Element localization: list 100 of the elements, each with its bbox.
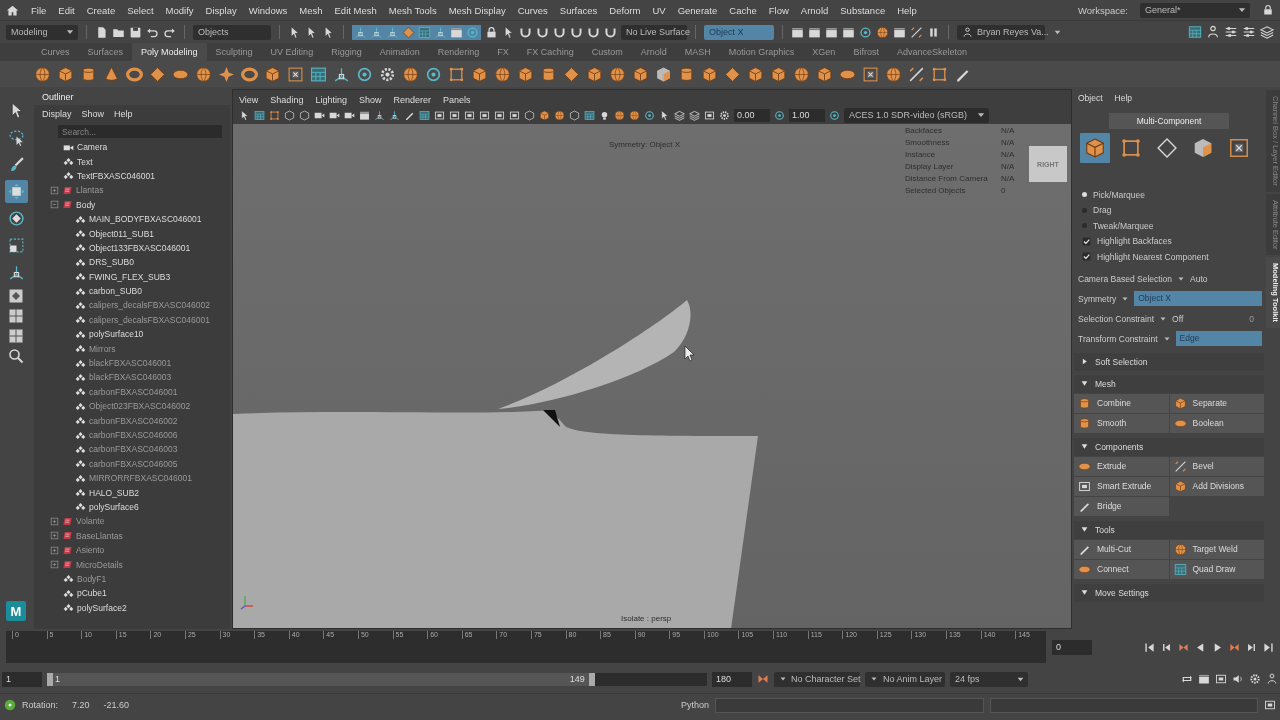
grid-icon[interactable] [310, 65, 327, 83]
sphere-icon[interactable] [402, 65, 419, 83]
sphere-icon[interactable] [195, 65, 212, 83]
menu-item[interactable]: Panels [442, 94, 471, 105]
menu-item[interactable]: Object [1078, 93, 1103, 103]
tool-button[interactable]: Smart Extrude [1074, 476, 1169, 496]
shelf-tab[interactable]: Custom [582, 43, 632, 61]
cylinder-icon[interactable] [80, 65, 97, 83]
menu-item[interactable]: Cache [729, 4, 757, 16]
shelf-tab[interactable]: XGen [803, 43, 845, 61]
checkbox-icon[interactable] [1082, 236, 1091, 246]
bulb-icon[interactable] [599, 109, 610, 121]
tool-button[interactable]: Target Weld [1169, 539, 1264, 559]
magnet-icon[interactable] [587, 25, 600, 39]
quad-icon[interactable] [8, 328, 24, 344]
sliders-icon[interactable] [1224, 25, 1238, 39]
sphere-icon[interactable] [629, 109, 640, 121]
cursor-icon[interactable] [288, 25, 301, 39]
command-field[interactable] [715, 697, 984, 713]
diamond-icon[interactable] [149, 65, 166, 83]
film-icon[interactable] [791, 25, 804, 39]
outliner-item[interactable]: pCube1 [77, 588, 107, 599]
last-icon[interactable] [1263, 641, 1274, 653]
selection-mode-field[interactable]: Objects [193, 24, 271, 40]
cursor-icon[interactable] [659, 109, 670, 121]
outliner-item[interactable]: MicroDetails [76, 559, 123, 570]
person-icon[interactable] [1206, 25, 1220, 39]
square-icon[interactable] [287, 65, 304, 83]
tool-button[interactable]: Add Divisions [1169, 476, 1264, 496]
sphere-icon[interactable] [793, 65, 810, 83]
outliner-item[interactable]: Body [76, 199, 96, 210]
frame-icon[interactable] [434, 109, 445, 121]
expand-icon[interactable] [50, 185, 59, 195]
menu-item[interactable]: Substance [840, 4, 886, 16]
sphere-icon[interactable] [554, 109, 565, 121]
outliner-item[interactable]: Llantas [76, 185, 104, 196]
shelf-tab[interactable]: Surfaces [78, 43, 133, 61]
cube-icon[interactable] [471, 65, 488, 83]
film-icon[interactable] [1198, 673, 1210, 685]
shelf-tab[interactable]: Bifrost [844, 43, 888, 61]
menu-item[interactable]: Generate [677, 4, 718, 16]
square-icon[interactable] [448, 65, 465, 83]
outliner-item[interactable]: BodyF1 [77, 573, 107, 584]
sphere-icon[interactable] [609, 65, 626, 83]
outliner-item[interactable]: FWING_FLEX_SUB3 [89, 271, 171, 282]
tool-button[interactable]: Combine [1074, 393, 1169, 413]
outliner-item[interactable]: carbonFBXASC046003 [89, 444, 178, 455]
radio-button[interactable] [1082, 223, 1087, 229]
cube-icon[interactable] [816, 65, 833, 83]
film-icon[interactable] [825, 25, 838, 39]
magnet-icon[interactable] [536, 25, 549, 39]
outliner-item[interactable]: polySurface10 [89, 329, 144, 340]
ring-icon[interactable] [644, 109, 655, 121]
outliner-item[interactable]: carbonFBXASC046001 [89, 386, 178, 397]
frame-icon[interactable] [464, 109, 475, 121]
menu-item[interactable]: Mesh Tools [388, 4, 437, 16]
menu-item[interactable]: Arnold [800, 4, 829, 16]
ring-icon[interactable] [425, 65, 442, 83]
shelf-tab[interactable]: Arnold [631, 43, 676, 61]
cube-icon[interactable] [586, 65, 603, 83]
tool-button[interactable]: Bridge [1074, 496, 1169, 516]
sphere-icon[interactable] [876, 25, 889, 39]
caret-icon[interactable] [779, 675, 787, 683]
outliner-item[interactable]: Object133FBXASC046001 [89, 242, 191, 253]
menu-item[interactable]: Edit Mesh [334, 4, 377, 16]
ring-icon[interactable] [774, 109, 785, 121]
axes-icon[interactable] [389, 109, 400, 121]
menu-item[interactable]: Flow [768, 4, 789, 16]
section-header[interactable]: Move Settings [1074, 583, 1264, 602]
outliner-item[interactable]: MAIN_BODYFBXASC046001 [89, 214, 202, 225]
outliner-item[interactable]: Volante [76, 516, 105, 527]
outliner-item[interactable]: MIRRORRFBXASC046001 [89, 473, 192, 484]
range-slider[interactable]: 1 149 [47, 672, 707, 686]
grid-icon[interactable] [419, 109, 430, 121]
shelf-tab[interactable]: Poly Modeling [132, 43, 207, 61]
shelf-tab[interactable]: Animation [370, 43, 429, 61]
pause-icon[interactable] [927, 25, 940, 39]
cone-icon[interactable] [103, 65, 120, 83]
outliner-item[interactable]: carbonFBXASC046005 [89, 458, 178, 469]
torus-icon[interactable] [241, 65, 258, 83]
sphere-icon[interactable] [34, 65, 51, 83]
menu-item[interactable]: Mesh [299, 4, 323, 16]
sliders-icon[interactable] [1242, 25, 1256, 39]
expand-icon[interactable] [50, 531, 59, 541]
axes-icon[interactable] [333, 65, 350, 83]
component-mode-button[interactable] [1080, 133, 1110, 163]
outliner-item[interactable]: Object011_SUB1 [89, 228, 155, 239]
end-frame-field[interactable]: 180 [712, 671, 752, 687]
outliner-item[interactable]: calipers_decalsFBXASC046001 [89, 314, 210, 325]
outliner-item[interactable]: blackFBXASC046003 [89, 372, 172, 383]
tool-button[interactable]: Boolean [1169, 413, 1264, 433]
outliner-item[interactable]: Asiento [76, 545, 105, 556]
app-logo[interactable]: M [6, 601, 26, 621]
shelf-tab[interactable]: Rigging [322, 43, 371, 61]
torus-icon[interactable] [126, 65, 143, 83]
magnet-icon[interactable] [553, 25, 566, 39]
gear-icon[interactable] [1249, 673, 1261, 685]
frame-icon[interactable] [704, 109, 715, 121]
cube-icon[interactable] [539, 109, 550, 121]
menu-item[interactable]: Create [86, 4, 116, 16]
